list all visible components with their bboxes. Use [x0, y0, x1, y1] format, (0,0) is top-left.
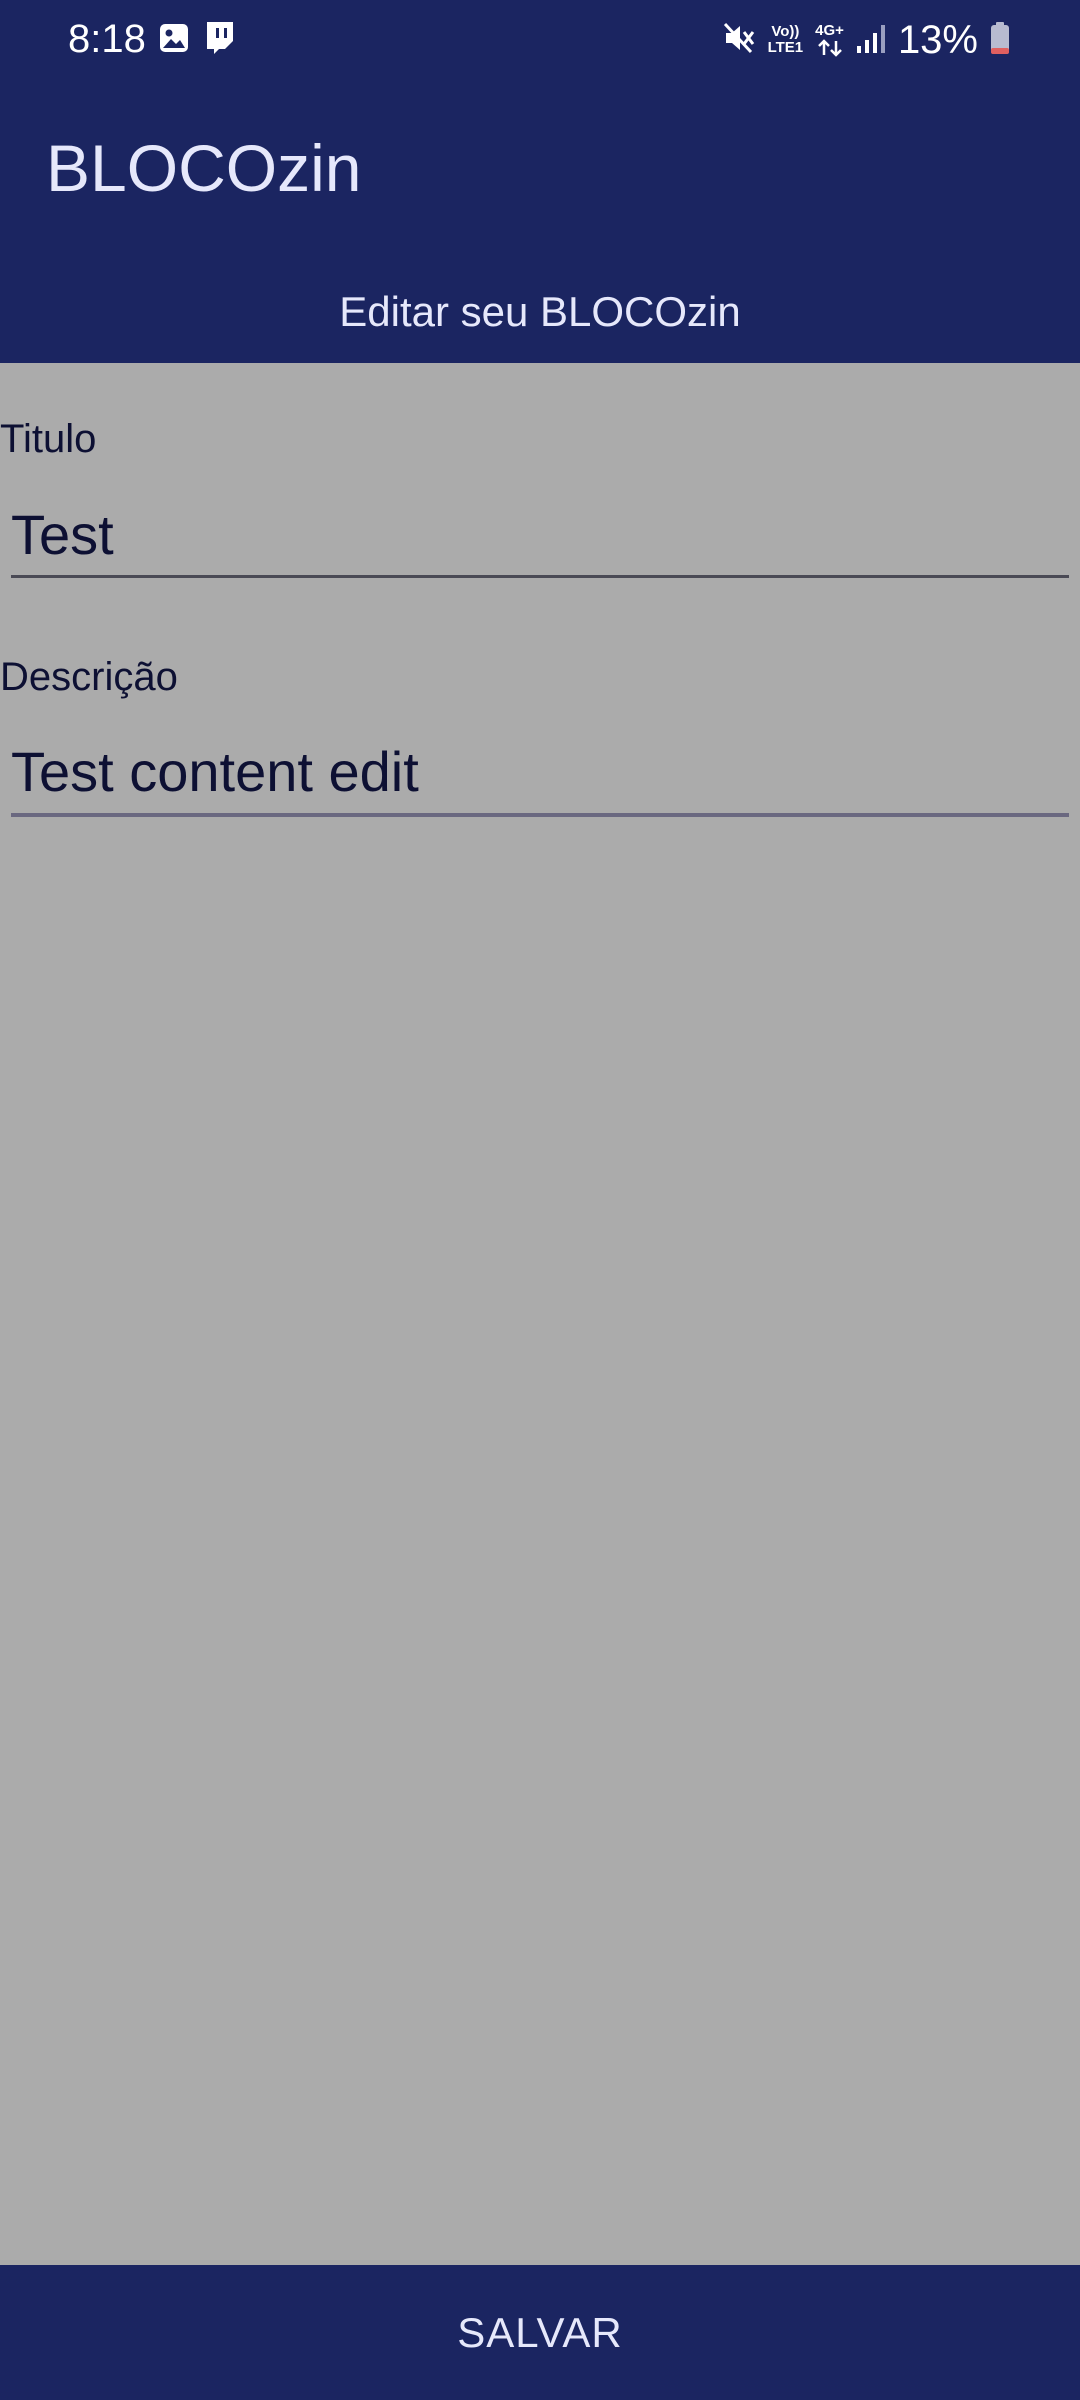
status-time: 8:18 [68, 17, 146, 61]
battery-icon [990, 21, 1010, 60]
title-input[interactable] [11, 503, 1069, 567]
twitch-icon [204, 20, 236, 61]
status-bar: 8:18 Vo)) LTE1 4G+ 13% [0, 0, 1080, 80]
volte-icon: Vo)) LTE1 [768, 24, 804, 56]
save-button[interactable]: SALVAR [0, 2265, 1080, 2400]
screen-subtitle: Editar seu BLOCOzin [339, 288, 741, 335]
gallery-icon [158, 22, 190, 59]
title-label: Titulo [0, 417, 97, 461]
app-title: BLOCOzin [46, 131, 362, 205]
data-type-label: 4G+ [815, 22, 844, 39]
app-header: 8:18 Vo)) LTE1 4G+ 13% BLOCOzin Editar s… [0, 0, 1080, 363]
description-label: Descrição [0, 655, 178, 699]
lte-label: LTE1 [767, 39, 804, 56]
data-icon: 4G+ [815, 23, 844, 57]
description-underline [11, 813, 1069, 817]
signal-icon [856, 22, 886, 59]
title-underline [11, 575, 1069, 578]
status-notification-icons [158, 18, 236, 62]
description-input[interactable] [11, 740, 1069, 804]
battery-percent: 13% [897, 18, 978, 62]
status-system-icons: Vo)) LTE1 4G+ 13% [722, 14, 1010, 66]
mute-icon [722, 21, 756, 60]
save-button-label: SALVAR [457, 2308, 623, 2356]
volte-label: Vo)) [771, 23, 800, 40]
